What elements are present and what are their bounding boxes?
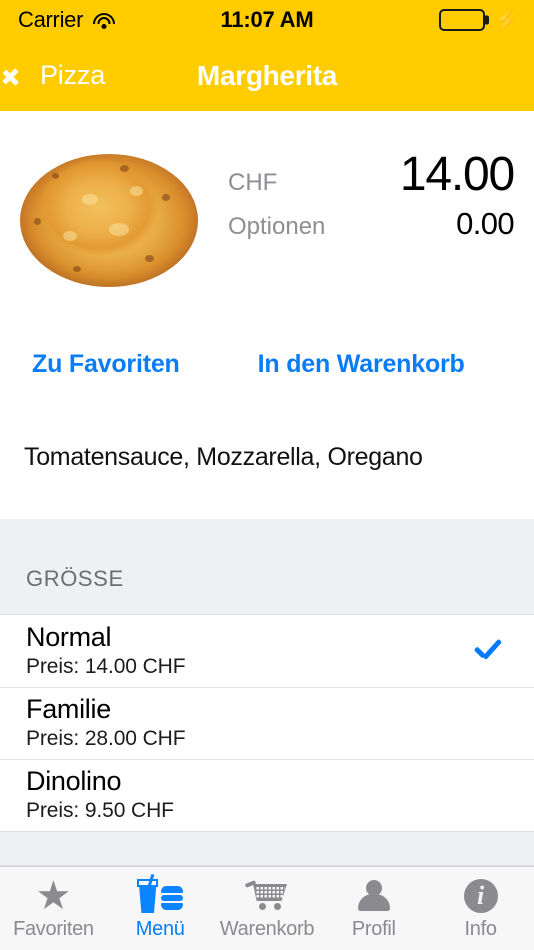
price-block: CHF 14.00 Optionen 0.00 [228, 148, 515, 242]
back-button-label: Pizza [40, 60, 106, 90]
size-section-label: GRÖSSE [26, 566, 124, 591]
product-description: Tomatensauce, Mozzarella, Oregano [24, 443, 423, 471]
lightning-bolt-icon: ⚡ [493, 8, 520, 32]
tab-label: Profil [351, 918, 396, 940]
clock-label: 11:07 AM [220, 7, 314, 32]
back-button[interactable]: Pizza [0, 60, 105, 91]
size-option-price: Preis: 9.50 CHF [26, 799, 174, 823]
status-bar-left: Carrier [0, 7, 190, 33]
pizza-image [20, 154, 198, 287]
navigation-bar: Pizza Margherita [0, 40, 534, 111]
size-option-price: Preis: 14.00 CHF [26, 655, 186, 679]
tab-profil[interactable]: Profil [320, 867, 427, 950]
wifi-icon [92, 11, 116, 29]
size-option-name: Dinolino [26, 766, 122, 796]
tab-warenkorb[interactable]: Warenkorb [214, 867, 321, 950]
tab-menu[interactable]: Menü [107, 867, 214, 950]
size-option-price: Preis: 28.00 CHF [26, 727, 186, 751]
action-buttons: Zu Favoriten In den Warenkorb [0, 350, 534, 398]
size-option-row[interactable]: Familie Preis: 28.00 CHF [0, 687, 534, 759]
info-circle-icon: i [463, 876, 498, 916]
currency-label: CHF [228, 169, 278, 196]
status-bar: Carrier 11:07 AM ⚡ [0, 0, 534, 40]
list-footer-spacer [0, 831, 534, 866]
tab-label: Menü [135, 918, 185, 940]
tab-favoriten[interactable]: ★ Favoriten [0, 867, 107, 950]
size-option-name: Familie [26, 694, 111, 724]
shopping-cart-icon [244, 876, 289, 916]
size-option-row[interactable]: Normal Preis: 14.00 CHF [0, 615, 534, 687]
food-drink-icon [137, 873, 184, 916]
tab-bar: ★ Favoriten Menü Warenkorb Profil i Info [0, 866, 534, 950]
price-row: CHF 14.00 [228, 148, 515, 202]
options-price: 0.00 [456, 205, 515, 241]
battery-icon [438, 9, 485, 31]
product-price: 14.00 [399, 148, 515, 201]
product-header: CHF 14.00 Optionen 0.00 [0, 111, 534, 335]
tab-label: Favoriten [13, 918, 94, 940]
tab-label: Info [464, 918, 497, 940]
app-screen: Carrier 11:07 AM ⚡ Pizza Margherita CHF … [0, 0, 534, 950]
options-label: Optionen [228, 212, 326, 240]
tab-info[interactable]: i Info [427, 867, 534, 950]
options-row: Optionen 0.00 [228, 205, 515, 242]
add-to-favorites-button[interactable]: Zu Favoriten [32, 350, 180, 398]
tab-label: Warenkorb [219, 918, 315, 940]
add-to-cart-button[interactable]: In den Warenkorb [258, 350, 465, 398]
size-section-header: GRÖSSE [0, 519, 534, 615]
carrier-label: Carrier [18, 7, 84, 32]
size-option-name: Normal [26, 622, 112, 652]
checkmark-icon [474, 641, 502, 657]
size-options-list: Normal Preis: 14.00 CHF Familie Preis: 2… [0, 615, 534, 831]
size-option-row[interactable]: Dinolino Preis: 9.50 CHF [0, 759, 534, 831]
chevron-left-icon [14, 61, 31, 91]
status-bar-right: ⚡ [344, 9, 534, 31]
person-icon [357, 876, 391, 916]
star-icon: ★ [35, 874, 72, 918]
